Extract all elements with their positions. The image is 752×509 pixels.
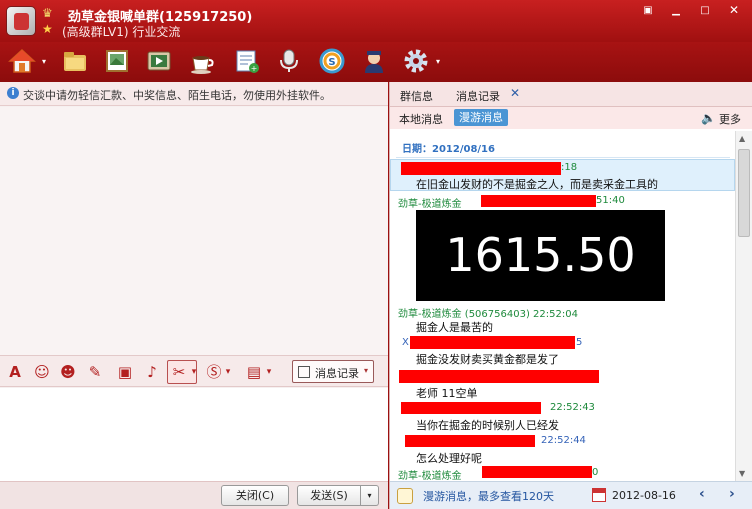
svg-text:S: S [328,57,335,68]
edit-icon[interactable]: ✎ [86,363,104,381]
side-tabs: 群信息 消息记录 ✕ [390,82,752,107]
roaming-info: 漫游消息，最多查看120天 [423,490,554,503]
history-status-bar: 漫游消息，最多查看120天 2012-08-16 ‹ › [390,481,752,509]
message-sender: 劲草-极道炼金 [398,199,462,210]
shake-icon[interactable]: ☻ [59,363,77,381]
crown-icon: ♛ [42,6,53,20]
close-window-button[interactable]: ✕ [722,3,746,18]
star-icon: ★ [42,22,53,36]
scroll-up-icon[interactable]: ▲ [739,134,745,143]
album-icon[interactable] [103,47,131,75]
title-bar: ♛ ★ 劲草金银喊单群(125917250) (高级群LV1) 行业交流 ▣ ▁… [0,0,752,42]
format-toolbar: A ☺ ☻ ✎ ▣ ♪ ✂ ▾ Ⓢ ▾ ▤ ▾ 消息记录 ▾ [0,355,388,387]
send-bar: 关闭(C) 发送(S) ▾ [0,481,388,509]
info-icon: i [7,87,19,99]
screen-share-dropdown-icon[interactable]: ▾ [260,363,278,381]
history-subtabs: 本地消息 漫游消息 🔈 更多 [390,107,752,129]
message-text: 当你在掘金的时候别人已经发 [416,419,559,432]
history-label: 消息记录 [315,367,359,380]
history-date[interactable]: 2012-08-16 [612,489,676,502]
font-icon[interactable]: A [6,363,24,381]
close-tab-icon[interactable]: ✕ [510,86,520,100]
redacted-sender [410,336,575,349]
message-sender: X [402,337,409,348]
message-text: 掘金没发财卖买黄金都是发了 [416,353,559,366]
gear-dropdown-icon[interactable]: ▾ [436,57,440,66]
message-input[interactable] [0,388,388,481]
security-notice: i 交谈中请勿轻信汇款、中奖信息、陌生电话，勿使用外挂软件。 [0,82,388,106]
price-image[interactable]: 1615.50 [416,210,665,301]
home-icon[interactable]: ▾ [8,47,46,75]
chat-panel: i 交谈中请勿轻信汇款、中奖信息、陌生电话，勿使用外挂软件。 A ☺ ☻ ✎ ▣… [0,82,388,509]
redacted-sender [401,162,561,175]
redacted-sender [482,466,592,478]
redacted-sender [481,195,596,207]
home-dropdown-icon[interactable]: ▾ [42,57,46,66]
coffee-icon[interactable] [189,47,217,75]
soso-icon[interactable]: S [318,47,346,75]
redacted-sender [401,402,541,414]
message-sender: 劲草-极道炼金 [398,471,462,481]
calendar-icon[interactable] [592,488,606,502]
subtab-local-messages[interactable]: 本地消息 [399,111,443,127]
redacted-sender [399,370,599,383]
message-time: 5 [576,337,583,348]
maximize-button[interactable]: □ [693,3,717,18]
microphone-icon[interactable] [275,47,303,75]
tab-message-history[interactable]: 消息记录 [456,88,500,104]
notice-icon[interactable]: + [233,47,261,75]
message-sender: 劲草-极道炼金 (506756403) 22:52:04 [398,309,578,320]
message-time: 22:52:44 [541,435,586,446]
emoji-icon[interactable]: ☺ [33,363,51,381]
speaker-icon[interactable]: 🔈 [701,111,716,125]
divider [396,157,730,158]
send-options-dropdown-icon[interactable]: ▾ [361,485,379,506]
date-header: 日期：2012/08/16 [402,144,495,155]
next-day-icon[interactable]: › [729,486,735,502]
history-message-list[interactable]: 日期：2012/08/16 :18 在旧金山发财的不是掘金之人，而是卖采金工具的… [390,131,735,481]
soso-dropdown-icon[interactable]: ▾ [219,363,237,381]
video-icon[interactable] [145,47,173,75]
message-time: 51:40 [596,195,625,206]
scrollbar[interactable]: ▲ ▼ [735,131,752,481]
close-button[interactable]: 关闭(C) [221,485,289,506]
music-icon[interactable]: ♪ [143,363,161,381]
group-subtitle[interactable]: (高级群LV1) 行业交流 [62,23,180,40]
previous-day-icon[interactable]: ‹ [699,486,705,502]
screenshot-button[interactable]: ✂ ▾ [167,360,197,384]
message-text: 老师 11空单 [416,387,478,400]
redacted-sender [405,435,535,447]
message-history-button[interactable]: 消息记录 ▾ [292,360,374,383]
roaming-icon [397,488,413,504]
message-time: 0 [592,467,599,478]
image-icon[interactable]: ▣ [116,363,134,381]
admin-icon[interactable] [360,47,388,75]
history-dropdown-icon[interactable]: ▾ [364,366,368,375]
group-avatar[interactable] [6,6,36,36]
history-icon [298,366,310,378]
notice-text: 交谈中请勿轻信汇款、中奖信息、陌生电话，勿使用外挂软件。 [23,89,331,102]
svg-text:+: + [251,64,258,73]
scissors-dropdown-icon[interactable]: ▾ [185,363,203,381]
folder-icon[interactable] [61,47,89,75]
subtab-roaming-messages[interactable]: 漫游消息 [454,109,508,126]
window-menu-button[interactable]: ▣ [636,3,660,18]
send-button[interactable]: 发送(S) [297,485,361,506]
price-value: 1615.50 [445,228,636,282]
tab-group-info[interactable]: 群信息 [400,88,433,104]
message-time: 22:52:43 [550,402,595,413]
more-link[interactable]: 更多 [719,111,741,127]
minimize-button[interactable]: ▁ [664,3,688,18]
message-text: 掘金人是最苦的 [416,321,493,334]
message-text: 在旧金山发财的不是掘金之人，而是卖采金工具的 [416,178,658,191]
message-time: :18 [561,162,578,173]
chat-message-area[interactable] [0,107,388,355]
side-panel: 群信息 消息记录 ✕ 本地消息 漫游消息 🔈 更多 日期：2012/08/16 … [389,82,752,509]
scroll-thumb[interactable] [738,149,750,237]
gear-icon[interactable]: ▾ [402,47,440,75]
message-text: 怎么处理好呢 [416,452,482,465]
toolbar: ▾ + S ▾ [0,42,752,82]
scroll-down-icon[interactable]: ▼ [739,469,745,478]
